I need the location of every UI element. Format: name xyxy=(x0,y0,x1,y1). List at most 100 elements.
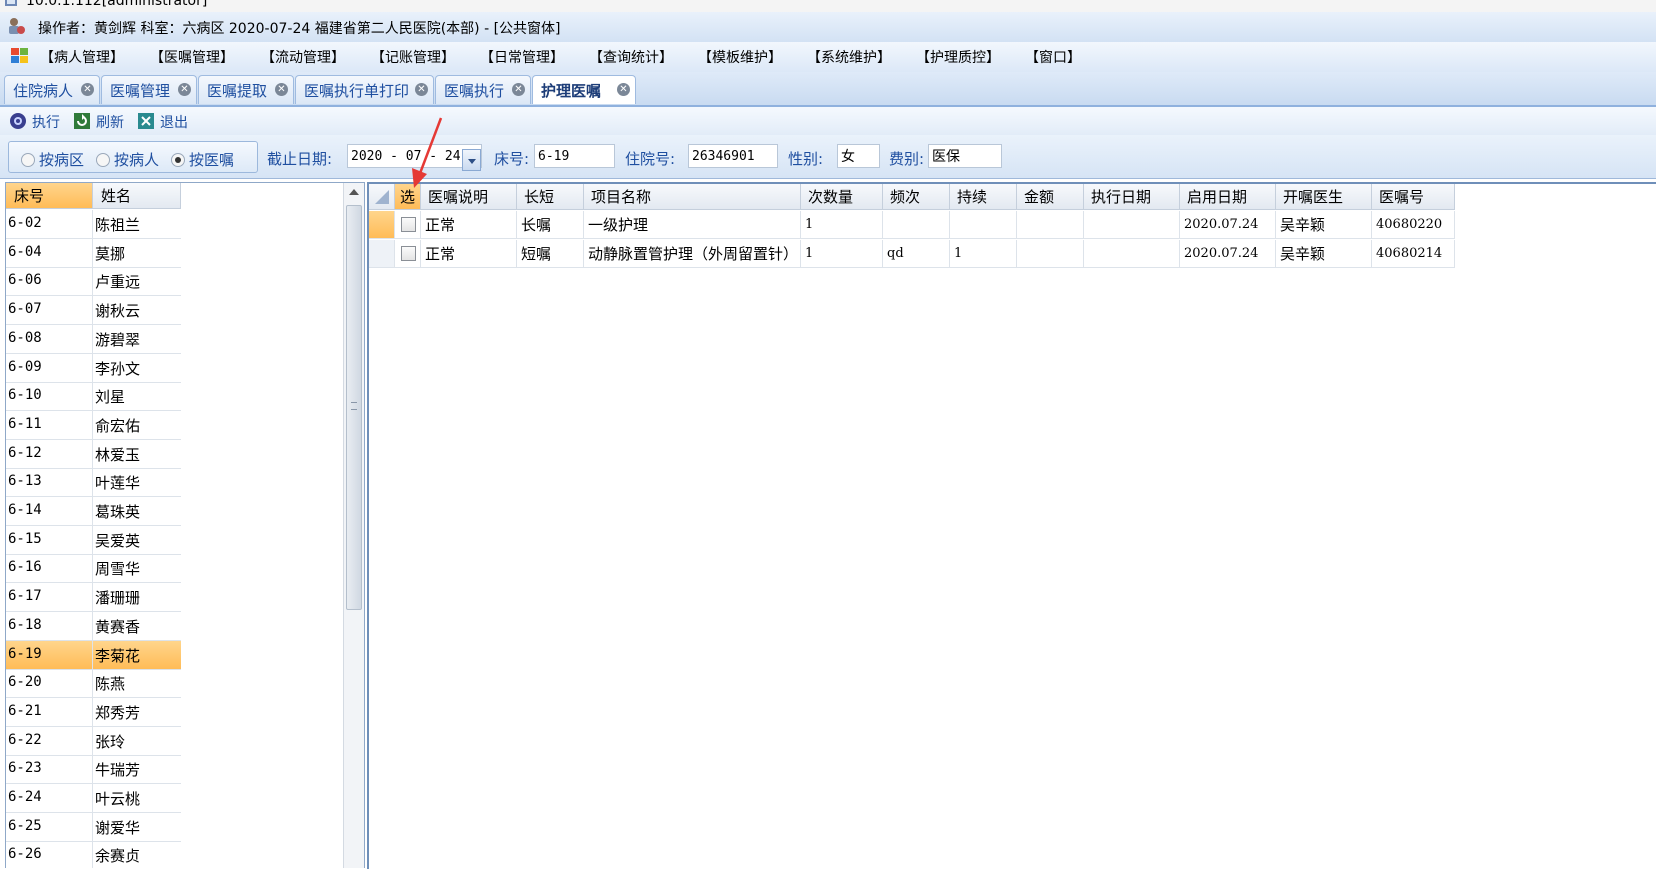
document-tab-bar: 住院病人 ✕ 医嘱管理 ✕ 医嘱提取 ✕ 医嘱执行单打印 ✕ 医嘱执行 ✕ 护理… xyxy=(0,72,1656,107)
menu-billing-management[interactable]: 【记账管理】 xyxy=(371,47,455,67)
menu-window[interactable]: 【窗口】 xyxy=(1025,47,1081,67)
menu-patient-management[interactable]: 【病人管理】 xyxy=(40,47,124,67)
patient-row[interactable]: 6-09 李孙文 xyxy=(6,353,181,383)
select-cell[interactable] xyxy=(395,239,421,268)
column-header-order-no[interactable]: 医嘱号 xyxy=(1372,184,1455,210)
patient-row[interactable]: 6-18 黄赛香 xyxy=(6,611,181,641)
patient-row[interactable]: 6-16 周雪华 xyxy=(6,554,181,584)
select-cell[interactable] xyxy=(395,211,421,239)
menu-daily-management[interactable]: 【日常管理】 xyxy=(480,47,564,67)
patient-row[interactable]: 6-12 林爱玉 xyxy=(6,439,181,469)
refresh-button[interactable]: 刷新 xyxy=(96,112,124,132)
patient-list-scrollbar[interactable] xyxy=(343,183,364,868)
bed-number: 6-24 xyxy=(8,789,42,805)
radio-by-ward[interactable]: 按病区 xyxy=(21,149,84,170)
patient-name: 林爱玉 xyxy=(95,445,141,464)
column-header-quantity[interactable]: 次数量 xyxy=(801,184,883,210)
patient-row[interactable]: 6-08 游碧翠 xyxy=(6,324,181,354)
patient-row[interactable]: 6-21 郑秀芳 xyxy=(6,697,181,727)
patient-name: 李孙文 xyxy=(95,359,141,378)
patient-row[interactable]: 6-13 叶莲华 xyxy=(6,468,181,498)
patient-row[interactable]: 6-15 吴爱英 xyxy=(6,525,181,555)
cell-amount xyxy=(1017,239,1084,268)
patient-name: 牛瑞芳 xyxy=(95,761,141,780)
admission-no-field[interactable]: 26346901 xyxy=(688,144,778,168)
radio-by-order[interactable]: 按医嘱 xyxy=(171,149,234,170)
row-header[interactable] xyxy=(369,239,395,268)
cell-order-note: 正常 xyxy=(421,239,517,268)
column-header-item-name[interactable]: 项目名称 xyxy=(584,184,801,210)
close-icon[interactable]: ✕ xyxy=(81,83,94,96)
patient-row[interactable]: 6-19 李菊花 xyxy=(6,640,181,670)
patient-list: 床号 姓名 6-02 陈祖兰 6-04 莫挪 6-06 卢重远 6-07 谢秋云 6-08 游碧翠… xyxy=(5,182,365,868)
tab-label: 住院病人 xyxy=(13,82,74,100)
tab-order-management[interactable]: 医嘱管理 ✕ xyxy=(101,75,197,104)
cell-divider xyxy=(92,238,93,267)
cell-duration xyxy=(950,211,1017,239)
exit-button[interactable]: 退出 xyxy=(160,112,188,132)
tab-order-extract[interactable]: 医嘱提取 ✕ xyxy=(198,75,294,104)
patient-row[interactable]: 6-22 张玲 xyxy=(6,726,181,756)
column-header-long-short[interactable]: 长短 xyxy=(517,184,584,210)
menu-nursing-quality[interactable]: 【护理质控】 xyxy=(916,47,1000,67)
scroll-up-arrow-icon[interactable] xyxy=(349,189,359,195)
grip-icon xyxy=(351,402,357,410)
patient-row[interactable]: 6-10 刘星 xyxy=(6,382,181,412)
column-header-doctor[interactable]: 开嘱医生 xyxy=(1276,184,1372,210)
row-checkbox[interactable] xyxy=(401,245,416,261)
fee-type-field[interactable]: 医保 xyxy=(928,144,1002,168)
patient-row[interactable]: 6-07 谢秋云 xyxy=(6,296,181,326)
patient-row[interactable]: 6-26 余赛贞 xyxy=(6,841,181,868)
execute-button[interactable]: 执行 xyxy=(32,112,60,132)
row-header[interactable] xyxy=(369,211,395,239)
menu-system-maintenance[interactable]: 【系统维护】 xyxy=(807,47,891,67)
tab-label: 医嘱提取 xyxy=(207,82,268,100)
scrollbar-thumb[interactable] xyxy=(346,205,362,610)
date-dropdown-button[interactable] xyxy=(462,149,481,171)
column-header-amount[interactable]: 金额 xyxy=(1017,184,1084,210)
close-icon[interactable]: ✕ xyxy=(275,83,288,96)
cell-divider xyxy=(92,497,93,525)
patient-row[interactable]: 6-11 俞宏佑 xyxy=(6,410,181,440)
menu-template-maintenance[interactable]: 【模板维护】 xyxy=(698,47,782,67)
close-icon[interactable]: ✕ xyxy=(415,83,428,96)
patient-row[interactable]: 6-17 潘珊珊 xyxy=(6,583,181,613)
column-header-start-date[interactable]: 启用日期 xyxy=(1180,184,1276,210)
cell-divider xyxy=(92,554,93,583)
radio-by-patient[interactable]: 按病人 xyxy=(96,149,159,170)
tab-nursing-orders[interactable]: 护理医嘱 ✕ xyxy=(532,75,636,104)
menu-query-statistics[interactable]: 【查询统计】 xyxy=(589,47,673,67)
radio-dot-icon xyxy=(96,153,110,167)
tab-inpatients[interactable]: 住院病人 ✕ xyxy=(4,75,100,104)
column-header-exec-date[interactable]: 执行日期 xyxy=(1084,184,1180,210)
patient-row[interactable]: 6-04 莫挪 xyxy=(6,238,181,268)
tab-order-execute[interactable]: 医嘱执行 ✕ xyxy=(435,75,531,104)
close-icon[interactable]: ✕ xyxy=(178,83,191,96)
bed-field[interactable]: 6-19 xyxy=(534,144,615,168)
column-header-name[interactable]: 姓名 xyxy=(93,183,181,209)
column-header-duration[interactable]: 持续 xyxy=(950,184,1017,210)
gender-field[interactable]: 女 xyxy=(837,144,880,168)
patient-row[interactable]: 6-24 叶云桃 xyxy=(6,784,181,813)
patient-row[interactable]: 6-20 陈燕 xyxy=(6,669,181,699)
menu-order-management[interactable]: 【医嘱管理】 xyxy=(150,47,234,67)
cell-divider xyxy=(92,697,93,726)
patient-row[interactable]: 6-23 牛瑞芳 xyxy=(6,755,181,785)
column-header-bed[interactable]: 床号 xyxy=(6,183,93,209)
tab-order-exec-print[interactable]: 医嘱执行单打印 ✕ xyxy=(295,75,434,104)
radio-label: 按病人 xyxy=(114,151,160,169)
cell-divider xyxy=(92,583,93,612)
patient-row[interactable]: 6-06 卢重远 xyxy=(6,267,181,297)
close-icon[interactable]: ✕ xyxy=(617,83,630,96)
column-header-frequency[interactable]: 频次 xyxy=(883,184,950,210)
column-header-select[interactable]: 选 xyxy=(395,184,421,210)
patient-row[interactable]: 6-14 葛珠英 xyxy=(6,497,181,526)
cell-quantity: 1 xyxy=(801,211,883,239)
patient-row[interactable]: 6-02 陈祖兰 xyxy=(6,210,181,239)
select-all-corner[interactable] xyxy=(369,184,395,210)
column-header-order-note[interactable]: 医嘱说明 xyxy=(421,184,517,210)
row-checkbox[interactable] xyxy=(401,217,416,232)
close-icon[interactable]: ✕ xyxy=(512,83,525,96)
menu-flow-management[interactable]: 【流动管理】 xyxy=(261,47,345,67)
patient-row[interactable]: 6-25 谢爱华 xyxy=(6,812,181,842)
